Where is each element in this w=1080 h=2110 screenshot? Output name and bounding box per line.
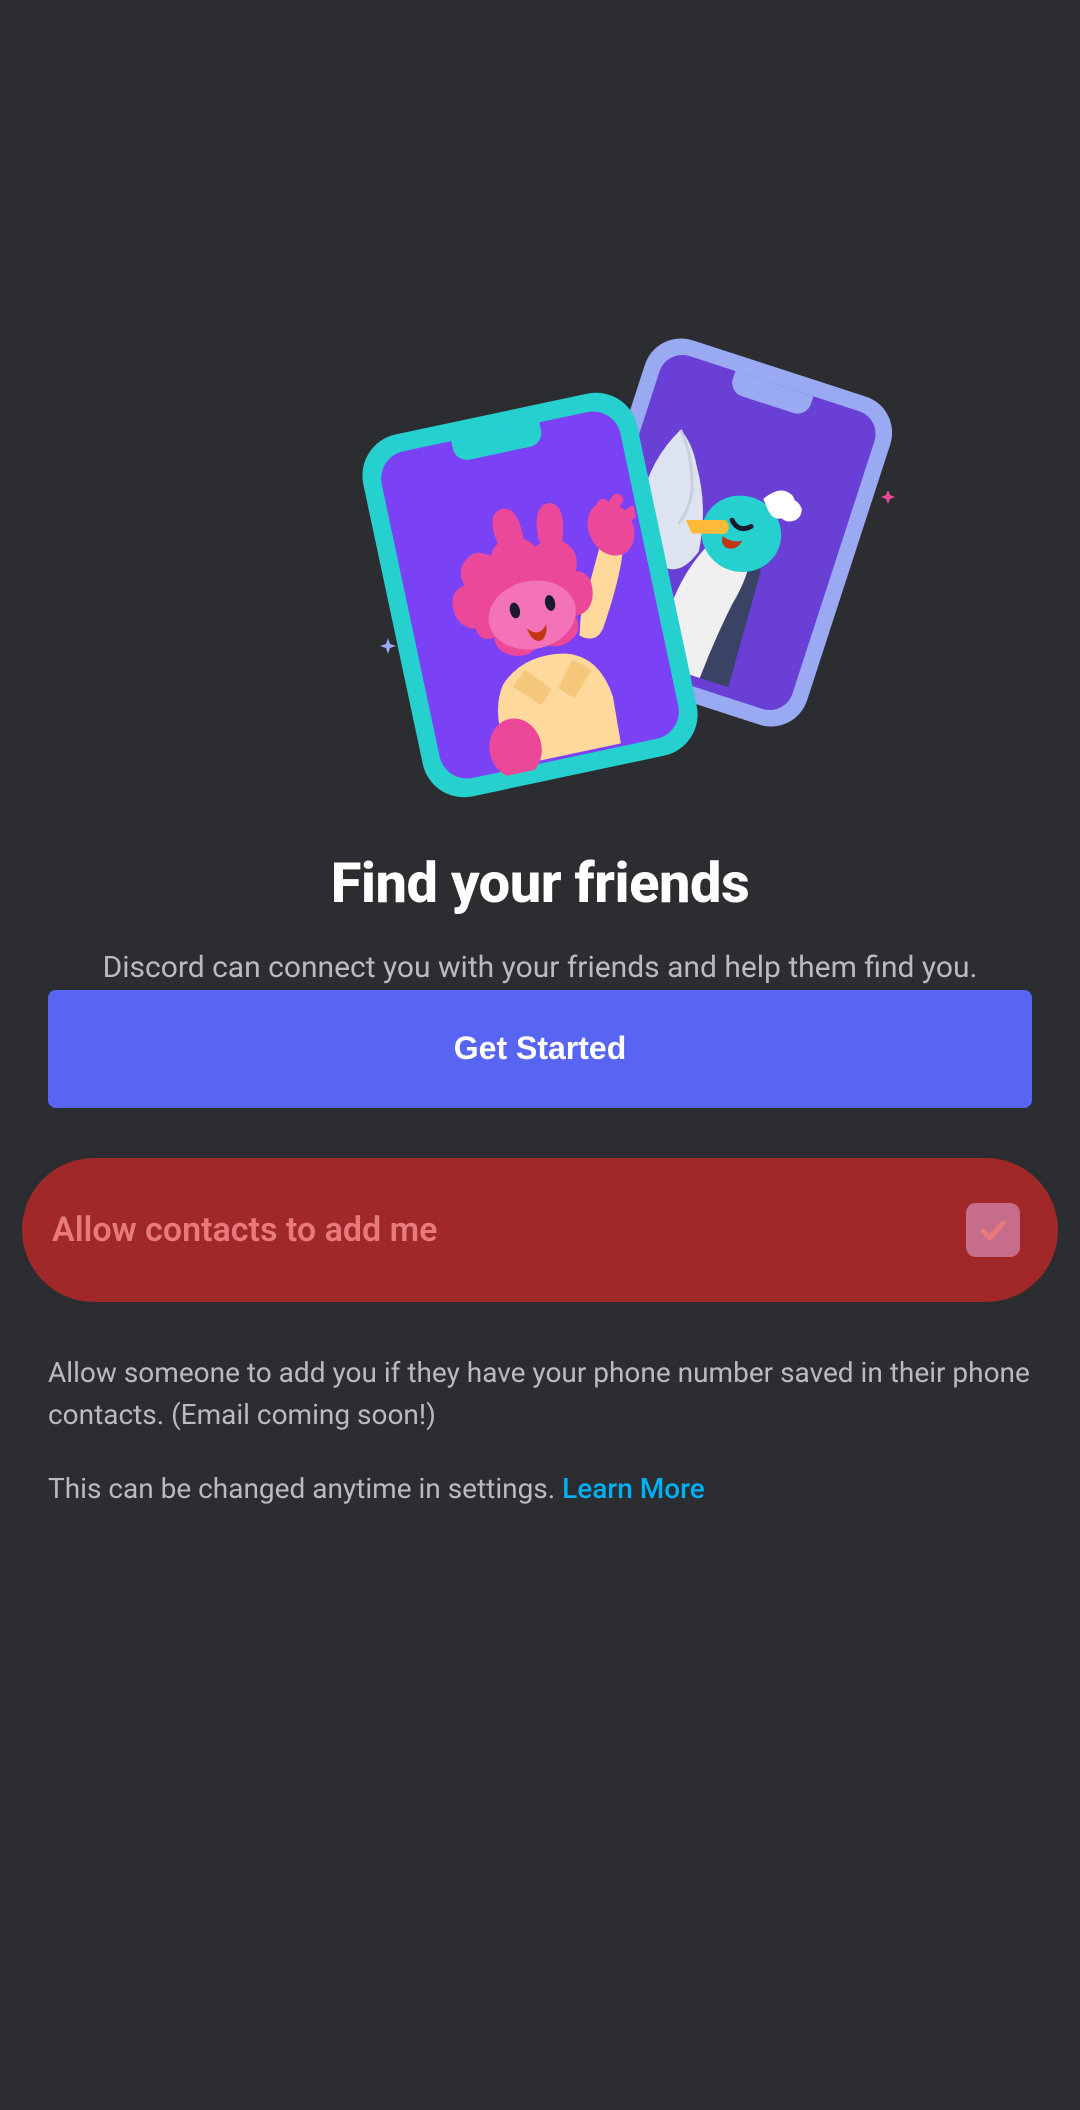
- page-title: Find your friends: [331, 850, 750, 916]
- get-started-button[interactable]: Get Started: [48, 990, 1032, 1108]
- sparkle-pink-icon: [881, 490, 895, 504]
- allow-contacts-toggle-row[interactable]: Allow contacts to add me: [22, 1158, 1058, 1302]
- toggle-description: Allow someone to add you if they have yo…: [48, 1352, 1032, 1436]
- allow-contacts-checkbox[interactable]: [966, 1203, 1020, 1257]
- allow-contacts-label: Allow contacts to add me: [52, 1210, 437, 1250]
- learn-more-link[interactable]: Learn More: [562, 1472, 705, 1505]
- footer-message: This can be changed anytime in settings.: [48, 1472, 562, 1505]
- page-subtitle: Discord can connect you with your friend…: [103, 946, 978, 990]
- wumpus-character-icon: [390, 464, 683, 788]
- friends-illustration: [200, 350, 880, 790]
- sparkle-blue-icon: [380, 638, 396, 654]
- checkmark-icon: [977, 1214, 1009, 1246]
- footer-text: This can be changed anytime in settings.…: [48, 1468, 1032, 1510]
